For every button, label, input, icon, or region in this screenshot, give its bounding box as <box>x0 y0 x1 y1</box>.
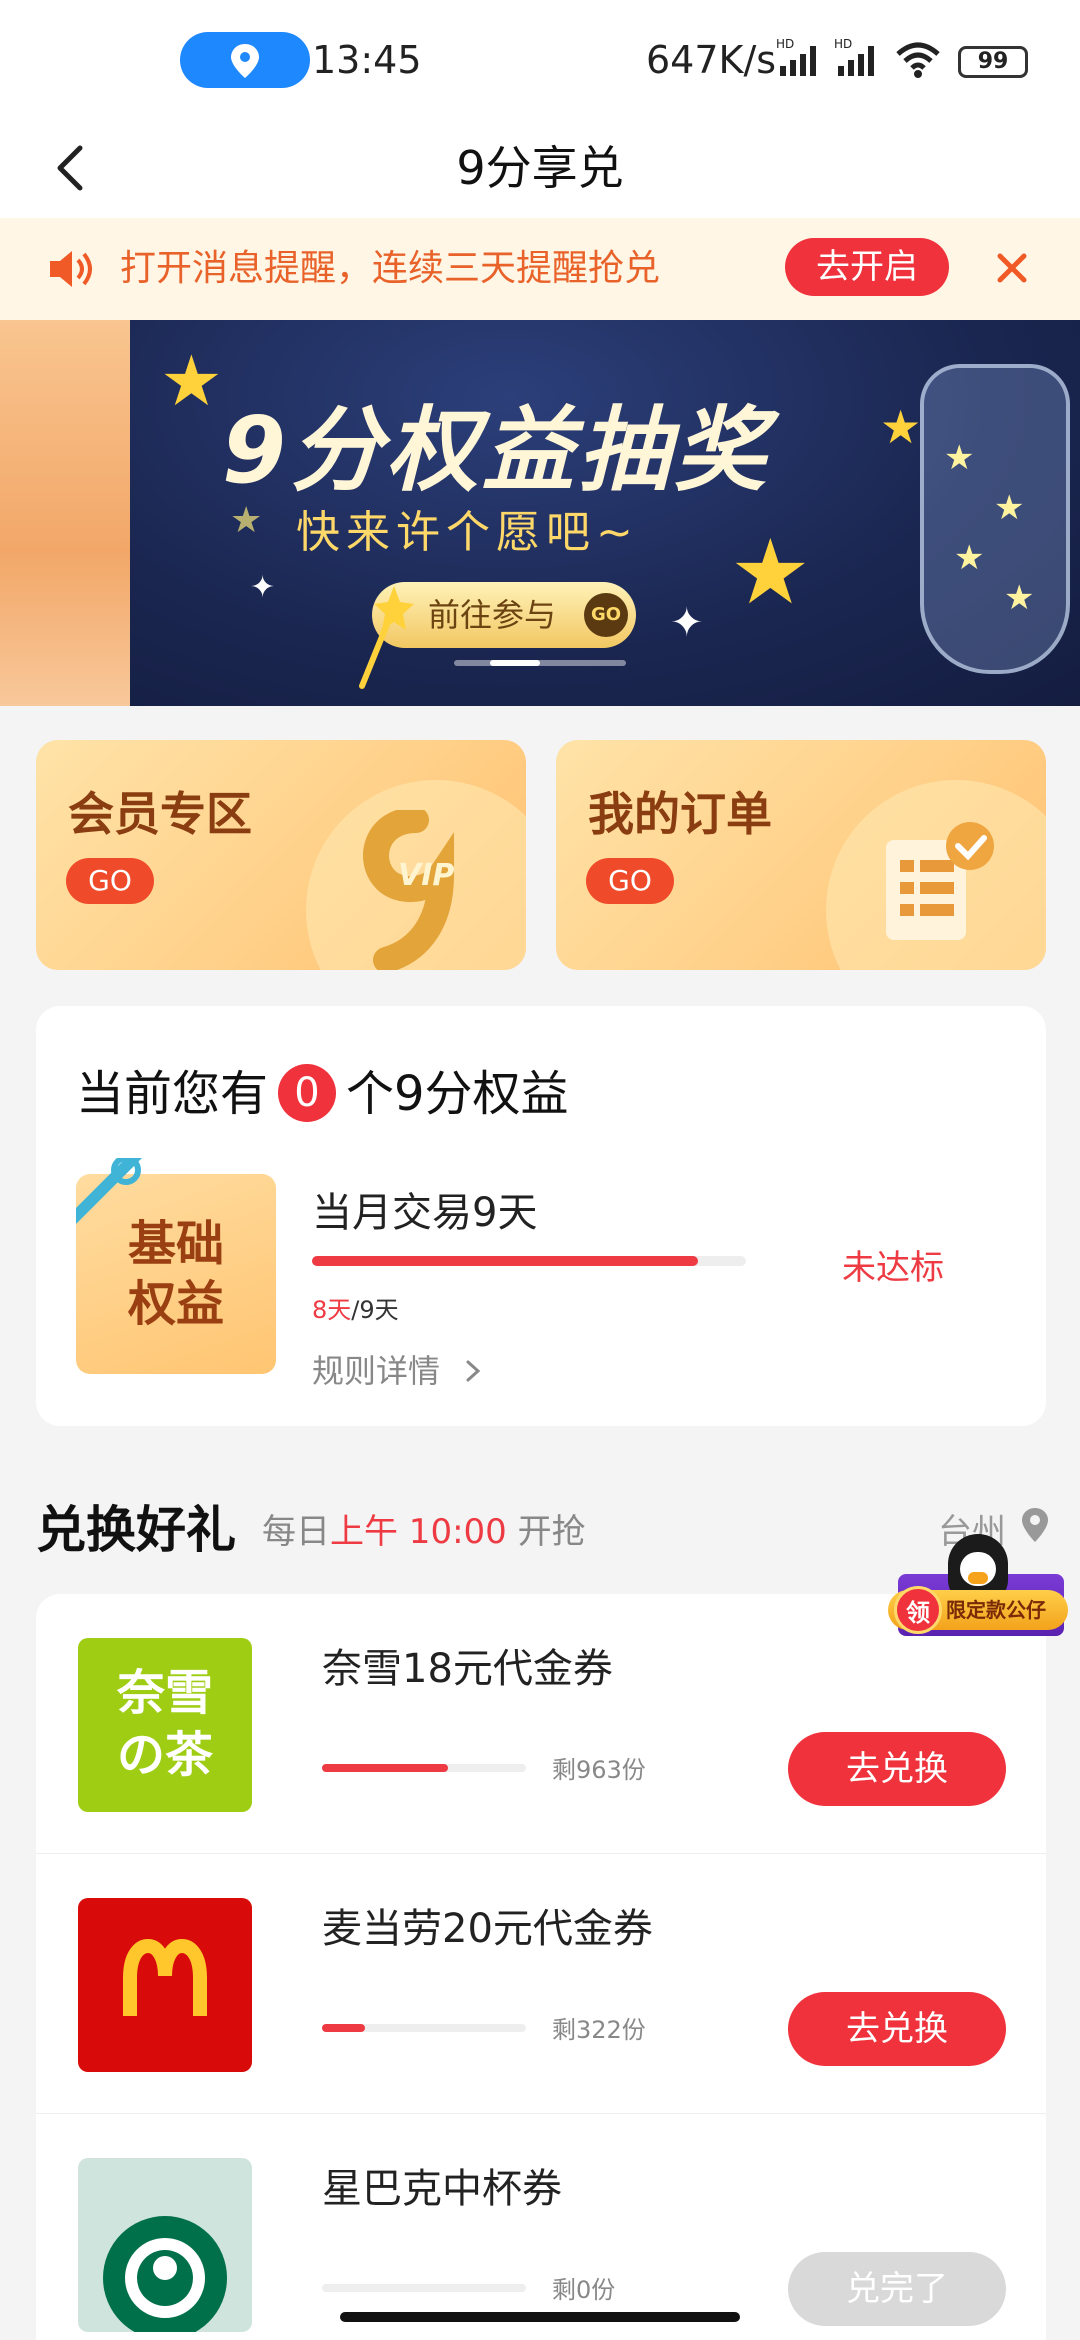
product-row[interactable]: 星巴克中杯券 剩0份 兑完了 <box>36 2114 1046 2340</box>
sold-out-button: 兑完了 <box>788 2252 1006 2326</box>
stock-progress-bar <box>322 2284 526 2292</box>
carousel-indicator-active <box>490 660 540 666</box>
carousel-indicator <box>454 660 626 666</box>
magic-wand-icon <box>359 586 414 689</box>
status-bar: 13:45 647K/s HD HD 99 <box>0 0 1080 118</box>
member-zone-go-button[interactable]: GO <box>66 858 154 904</box>
task-progress-fill <box>312 1256 698 1266</box>
product-name: 奈雪18元代金券 <box>322 1646 613 1692</box>
home-indicator <box>340 2312 740 2322</box>
clock: 13:45 <box>312 38 422 82</box>
signal-icon-2: HD <box>834 37 874 76</box>
sparkle-icon: ✦ <box>250 570 276 605</box>
section-sub-time: 上午 10:00 <box>330 1512 507 1552</box>
benefit-count-badge: 0 <box>278 1064 337 1122</box>
signal-icon: HD <box>776 37 816 76</box>
claim-badge: 领 <box>894 1586 942 1634</box>
product-list: 奈雪 の茶 奈雪18元代金券 剩963份 去兑换 麦当劳20元代金券 剩322份… <box>36 1594 1046 2340</box>
golden-arches-icon <box>123 1938 207 2016</box>
product-row[interactable]: 麦当劳20元代金券 剩322份 去兑换 <box>36 1854 1046 2114</box>
stock-progress-fill <box>322 2024 365 2032</box>
star-icon: ★ <box>994 488 1025 528</box>
svg-text:VIP: VIP <box>398 858 454 893</box>
stock-progress-bar <box>322 2024 526 2032</box>
starbucks-siren-icon <box>103 2216 227 2332</box>
task-progress-bar <box>312 1256 746 1266</box>
task-progress-count: 8天/9天 <box>312 1290 399 1325</box>
banner-cta-label: 前往参与 <box>428 596 557 634</box>
benefit-prefix: 当前您有 <box>76 1066 269 1122</box>
member-zone-title: 会员专区 <box>68 787 252 841</box>
starbucks-logo <box>78 2158 252 2332</box>
prev-slide-peek <box>0 320 130 706</box>
page-title: 9分享兑 <box>456 141 624 195</box>
member-zone-card[interactable]: VIP 会员专区 GO <box>36 740 526 970</box>
floating-promo[interactable]: 限定款公仔 领 <box>888 1530 1068 1640</box>
benefit-card: 当前您有 0 个9分权益 基础 权益 当月交易9天 8天/9天 规则详情 未达标 <box>36 1006 1046 1426</box>
product-name: 麦当劳20元代金券 <box>322 1906 653 1952</box>
banner-subtitle: 快来许个愿吧~ <box>296 507 639 558</box>
chevron-right-icon <box>466 1360 481 1382</box>
my-orders-go-button[interactable]: GO <box>586 858 674 904</box>
naixue-logo-line1: 奈雪 <box>116 1665 213 1721</box>
star-icon: ★ <box>1004 578 1035 618</box>
star-icon: ★ <box>730 520 811 625</box>
penguin-beak <box>968 1572 988 1584</box>
section-sub-prefix: 每日 <box>262 1512 330 1552</box>
banner-go-badge: GO <box>584 593 628 637</box>
location-pin-icon <box>231 44 259 78</box>
star-jar-illustration: ★ ★ ★ ★ <box>920 364 1070 674</box>
benefit-suffix: 个9分权益 <box>346 1066 569 1122</box>
star-icon: ★ <box>880 400 922 454</box>
rule-details-link[interactable]: 规则详情 <box>312 1346 488 1392</box>
section-title: 兑换好礼 <box>36 1501 236 1559</box>
my-orders-title: 我的订单 <box>588 787 772 841</box>
redeem-button[interactable]: 去兑换 <box>788 1732 1006 1806</box>
wifi-icon <box>896 42 940 78</box>
benefit-heading: 当前您有 0 个9分权益 <box>76 1054 569 1124</box>
banner-title: 9分权益抽奖 <box>222 397 771 504</box>
task-total-days: /9天 <box>351 1296 399 1324</box>
notification-text: 打开消息提醒，连续三天提醒抢兑 <box>120 248 661 289</box>
rule-details-label: 规则详情 <box>312 1352 441 1390</box>
task-done-days: 8天 <box>312 1296 352 1324</box>
task-status-label: 未达标 <box>842 1248 944 1288</box>
redeem-button[interactable]: 去兑换 <box>788 1992 1006 2066</box>
star-icon: ★ <box>944 438 975 478</box>
my-orders-card[interactable]: 我的订单 GO <box>556 740 1046 970</box>
sparkle-icon: ✦ <box>670 600 704 646</box>
location-indicator <box>180 32 310 88</box>
stock-progress-fill <box>322 1764 449 1772</box>
star-icon: ★ <box>160 340 223 422</box>
basic-benefit-line2: 权益 <box>127 1276 224 1332</box>
stock-remaining: 剩0份 <box>552 2276 616 2304</box>
naixue-logo-line2: の茶 <box>116 1727 213 1783</box>
section-sub-suffix: 开抢 <box>517 1512 586 1552</box>
vip9-icon: VIP <box>363 810 454 970</box>
basic-benefit-line1: 基础 <box>127 1216 224 1272</box>
net-speed: 647K/s <box>646 38 777 82</box>
task-title: 当月交易9天 <box>312 1190 538 1236</box>
enable-notification-button[interactable]: 去开启 <box>785 238 949 296</box>
star-icon: ★ <box>954 538 985 578</box>
order-list-icon <box>886 822 994 940</box>
back-arrow-icon[interactable] <box>40 136 104 200</box>
stock-remaining: 剩963份 <box>552 1756 646 1784</box>
speaker-icon <box>50 251 92 287</box>
section-subtitle: 每日上午 10:00 开抢 <box>262 1504 586 1553</box>
svg-text:HD: HD <box>834 37 852 51</box>
page: 13:45 647K/s HD HD 99 9分享兑 打开消息提醒，连续三天提醒… <box>0 0 1080 2340</box>
product-name: 星巴克中杯券 <box>322 2166 562 2212</box>
nav-bar: 9分享兑 <box>0 118 1080 218</box>
basic-benefit-badge: 基础 权益 <box>76 1158 276 1374</box>
stock-remaining: 剩322份 <box>552 2016 646 2044</box>
stock-progress-bar <box>322 1764 526 1772</box>
mcdonalds-logo <box>78 1898 252 2072</box>
promo-banner[interactable]: ★ ★ ★ ★ ✦ ✦ 9分权益抽奖 快来许个愿吧~ 前往参与 GO ★ ★ ★… <box>0 320 1080 706</box>
battery-indicator: 99 <box>958 46 1028 78</box>
basic-benefit-label: 基础 权益 <box>76 1214 276 1334</box>
close-icon[interactable] <box>992 248 1032 288</box>
naixue-logo: 奈雪 の茶 <box>78 1638 252 1812</box>
svg-text:HD: HD <box>776 37 794 51</box>
